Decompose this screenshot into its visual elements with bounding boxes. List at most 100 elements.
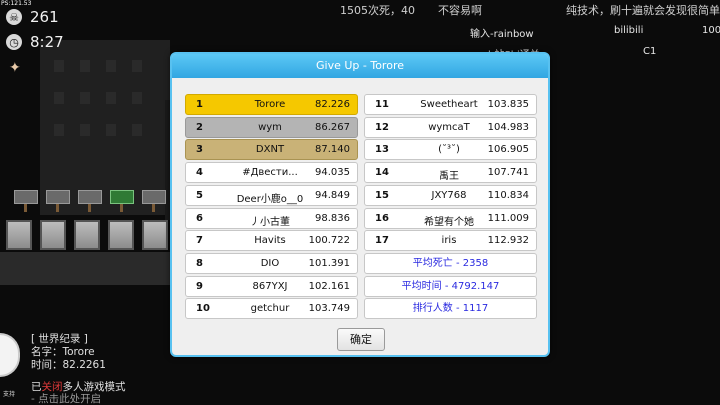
rank-number: 14 xyxy=(375,167,389,179)
mode-hint[interactable]: - 点击此处开启 xyxy=(31,393,126,405)
rank-number: 12 xyxy=(375,121,389,133)
leaderboard-row: 1 Torore 82.226 xyxy=(185,94,358,115)
leaderboard-row: 12 wymcaT 104.983 xyxy=(364,116,537,138)
rank-number: 3 xyxy=(196,144,203,156)
player-score: 112.932 xyxy=(487,235,529,247)
player-name: 867YXJ xyxy=(252,280,288,292)
rank-number: 8 xyxy=(196,257,203,269)
bullet-comment: 不容易啊 xyxy=(438,4,482,17)
bullet-comment: 1505次死，40 xyxy=(340,4,415,17)
leaderboard-row: 8 DIO 101.391 xyxy=(185,252,358,274)
player-score: 110.834 xyxy=(487,189,529,201)
player-score: 82.226 xyxy=(315,99,350,110)
leaderboard-stat: 平均死亡 - 2358 xyxy=(364,252,537,274)
leaderboard-stat: 排行人数 - 1117 xyxy=(364,298,537,320)
fps-counter: PS:121.53 xyxy=(1,0,32,7)
mode-prefix: 已 xyxy=(31,381,42,393)
player-score: 86.267 xyxy=(315,121,350,133)
death-count: 261 xyxy=(30,8,59,26)
player-score: 100.722 xyxy=(308,235,350,247)
player-name: wymcaT xyxy=(428,121,470,133)
rank-number: 17 xyxy=(375,235,389,247)
rank-number: 13 xyxy=(375,144,389,156)
player-score: 111.009 xyxy=(487,212,529,224)
leaderboard-row: 16 希望有个她 111.009 xyxy=(364,207,537,229)
leaderboard-row: 11 Sweetheart 103.835 xyxy=(364,94,537,115)
player-score: 106.905 xyxy=(487,144,529,156)
leaderboard-row: 4 #Двести... 94.035 xyxy=(185,162,358,184)
level-sign xyxy=(142,190,166,204)
level-sign xyxy=(110,190,134,204)
level-sign xyxy=(14,190,38,204)
leaderboard-row: 5 Deer小鹿o__0 94.849 xyxy=(185,184,358,206)
player-name: DIO xyxy=(260,257,280,269)
leaderboard-row: 9 867YXJ 102.161 xyxy=(185,275,358,297)
player-name: #Двести... xyxy=(242,167,298,179)
player-name: Deer小鹿o__0 xyxy=(236,193,304,205)
mode-status: 关闭 xyxy=(41,381,63,393)
rank-number: 9 xyxy=(196,280,203,292)
leaderboard-stat: 平均时间 - 4792.147 xyxy=(364,275,537,297)
player-score: 103.835 xyxy=(487,99,529,110)
skull-icon: ☠ xyxy=(6,9,22,25)
player-name: Havits xyxy=(254,235,286,247)
level-sign xyxy=(46,190,70,204)
player-score: 104.983 xyxy=(487,121,529,133)
clock-icon: ◷ xyxy=(6,34,22,50)
confirm-button[interactable]: 确定 xyxy=(337,328,385,351)
player-name: getchur xyxy=(250,303,290,315)
player-score: 102.161 xyxy=(308,280,350,292)
bullet-comment: bilibili xyxy=(614,25,644,36)
player-name: 禹王 xyxy=(439,171,459,183)
leaderboard-row: 6 丿小古董 98.836 xyxy=(185,207,358,229)
rank-number: 15 xyxy=(375,189,389,201)
player-score: 94.849 xyxy=(315,189,350,201)
world-record-header: [ 世界纪录 ] xyxy=(31,333,88,345)
multiplayer-toggle[interactable]: 已关闭多人游戏模式 - 点击此处开启 xyxy=(31,381,126,405)
player-name: JXY768 xyxy=(431,189,467,201)
leaderboard-row: 7 Havits 100.722 xyxy=(185,230,358,252)
timer-value: 8:27 xyxy=(30,33,64,51)
bullet-comment: 100 xyxy=(702,25,720,36)
player-name: DXNT xyxy=(255,144,285,156)
player-name: Torore xyxy=(254,99,286,110)
leaderboard-row: 2 wym 86.267 xyxy=(185,116,358,138)
level-sign xyxy=(78,190,102,204)
player-name: Sweetheart xyxy=(420,99,478,110)
world-record-name: 名字：Torore xyxy=(31,346,95,358)
player-score: 98.836 xyxy=(315,212,350,224)
leaderboard-row: 10 getchur 103.749 xyxy=(185,298,358,320)
player-score: 107.741 xyxy=(487,167,529,179)
death-counter: ☠ 261 xyxy=(6,8,59,26)
play-timer: ◷ 8:27 xyxy=(6,33,64,51)
avatar-label: 支持 xyxy=(3,391,16,398)
mode-label: 多人游戏模式 xyxy=(62,381,126,393)
world-record-time: 时间：82.2261 xyxy=(31,359,106,371)
background-building xyxy=(40,40,170,215)
give-up-dialog: Give Up - Torore 1 Torore 82.226 2 wym 86.267… xyxy=(170,52,550,357)
ground-floor xyxy=(0,252,175,285)
leaderboard-row: 17 iris 112.932 xyxy=(364,230,537,252)
rank-number: 6 xyxy=(196,212,203,224)
rank-number: 10 xyxy=(196,303,210,315)
player-score: 101.391 xyxy=(308,257,350,269)
world-record-panel: [ 世界纪录 ] 名字：Torore 时间：82.2261 xyxy=(31,333,106,372)
leaderboard-row: 13 (˘³˘) 106.905 xyxy=(364,139,537,161)
rank-number: 4 xyxy=(196,167,203,179)
player-name: 丿小古董 xyxy=(250,216,290,228)
dialog-title: Give Up - Torore xyxy=(172,54,548,78)
bullet-comment: 纯技术，刷十遍就会发现很简单 xyxy=(566,4,720,17)
player-name: (˘³˘) xyxy=(438,144,460,156)
bullet-comment: 输入-rainbow xyxy=(470,29,534,40)
leaderboard-row: 15 JXY768 110.834 xyxy=(364,184,537,206)
block-row xyxy=(0,220,180,252)
player-name: wym xyxy=(258,121,282,133)
rank-number: 16 xyxy=(375,212,389,224)
leaderboard-row: 3 DXNT 87.140 xyxy=(185,139,358,161)
sign-row xyxy=(0,190,175,212)
rank-number: 2 xyxy=(196,121,203,133)
leaderboard-row: 14 禹王 107.741 xyxy=(364,162,537,184)
rank-number: 1 xyxy=(196,99,203,110)
player-score: 103.749 xyxy=(308,303,350,315)
rank-number: 11 xyxy=(375,99,389,110)
